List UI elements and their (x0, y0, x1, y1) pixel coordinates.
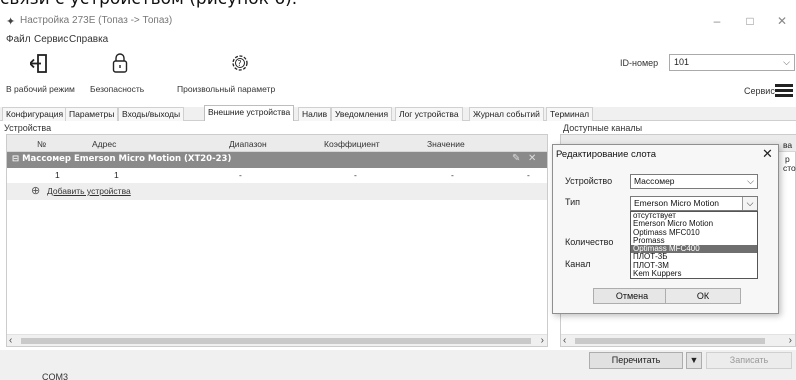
caption-text: связи с устройством (рисунок 6). (0, 0, 297, 9)
app-window: ✦ Настройка 273E (Топаз -> Топаз) – □ ✕ … (0, 10, 796, 380)
channels-header-fragment: ва (783, 140, 793, 150)
maximize-button[interactable]: □ (739, 13, 761, 29)
tab-filling[interactable]: Налив (298, 107, 332, 121)
cell-address: 1 (114, 170, 119, 180)
security-button[interactable]: Безопасность (90, 52, 152, 100)
scroll-right-icon[interactable]: › (541, 335, 544, 346)
tab-parameters[interactable]: Параметры (65, 107, 119, 121)
column-header: Коэффициент (324, 139, 380, 149)
id-label: ID-номер (620, 58, 659, 68)
caption-fragment: связи с устройством (рисунок 6). (0, 0, 796, 10)
menu-bar: Файл Сервис Справка (0, 32, 796, 48)
chevron-down-icon: ⌵ (742, 197, 757, 210)
type-select[interactable]: Emerson Micro Motion ⌵ (630, 196, 758, 211)
port-label: COM3 (42, 372, 69, 380)
title-bar: ✦ Настройка 273E (Топаз -> Топаз) – □ ✕ (0, 10, 796, 32)
count-label: Количество (565, 237, 614, 247)
cell-value: - (451, 170, 454, 180)
menu-file[interactable]: Файл (6, 34, 31, 45)
devices-table: № Адрес Диапазон Коэффициент Значение ⊟ … (6, 134, 548, 347)
service-label: Сервис (744, 86, 775, 96)
tab-bar: Конфигурация Параметры Входы/выходы Внеш… (0, 105, 796, 122)
chevron-down-icon: ⌵ (747, 176, 754, 186)
tab-configuration[interactable]: Конфигурация (2, 107, 68, 121)
id-value: 101 (674, 57, 690, 67)
column-header: Значение (427, 139, 465, 149)
dialog-title: Редактирование слота (556, 149, 657, 160)
minimize-button[interactable]: – (706, 13, 728, 29)
add-device-link[interactable]: Добавить устройства (47, 186, 131, 196)
scroll-thumb[interactable] (21, 338, 531, 344)
tab-event-journal[interactable]: Журнал событий (469, 107, 544, 121)
horizontal-scrollbar[interactable]: ‹ › (561, 334, 795, 346)
tab-terminal[interactable]: Терминал (546, 107, 594, 121)
reread-button[interactable]: Перечитать (589, 352, 683, 369)
tab-io[interactable]: Входы/выходы (118, 107, 185, 121)
plus-icon: ⊕ (31, 185, 41, 197)
ok-button[interactable]: ОК (665, 288, 741, 304)
cancel-button[interactable]: Отмена (593, 288, 671, 304)
hamburger-menu-icon[interactable] (775, 84, 793, 99)
table-header: № Адрес Диапазон Коэффициент Значение (7, 135, 547, 152)
menu-help[interactable]: Справка (69, 34, 108, 45)
toolbar: В рабочий режим Безопасность ? Произволь… (0, 48, 796, 107)
tab-external-devices[interactable]: Внешние устройства (204, 105, 295, 122)
chevron-down-icon: ⌵ (783, 57, 790, 67)
collapse-icon[interactable]: ⊟ (12, 154, 19, 164)
window-title: Настройка 273E (Топаз -> Топаз) (20, 15, 173, 26)
work-mode-button[interactable]: В рабочий режим (6, 52, 75, 100)
channels-label: Доступные каналы (563, 123, 643, 133)
device-label: Устройство (565, 176, 613, 186)
gear-question-icon: ? (232, 55, 248, 71)
cell-range: - (239, 170, 242, 180)
type-label: Тип (565, 197, 581, 207)
custom-param-button[interactable]: ? Произвольный параметр (177, 52, 297, 100)
id-select[interactable]: 101 ⌵ (669, 54, 795, 71)
column-header: Адрес (92, 139, 117, 149)
tab-notifications[interactable]: Уведомления (331, 107, 393, 121)
devices-label: Устройства (4, 123, 52, 133)
cell-coefficient: - (354, 170, 357, 180)
scroll-right-icon[interactable]: › (789, 335, 792, 346)
exit-icon (30, 54, 47, 73)
add-device-row[interactable]: ⊕ Добавить устройства (7, 183, 547, 200)
device-group-row[interactable]: ⊟ Массомер Emerson Micro Motion (XT20-23… (7, 152, 547, 168)
dropdown-option[interactable]: Kem Kuppers (631, 269, 757, 278)
column-header: № (37, 139, 47, 149)
close-button[interactable]: ✕ (771, 13, 793, 29)
tab-device-log[interactable]: Лог устройства (395, 107, 463, 121)
work-mode-label: В рабочий режим (6, 84, 75, 94)
scroll-left-icon[interactable]: ‹ (563, 335, 566, 346)
custom-param-label: Произвольный параметр (177, 84, 276, 94)
edit-slot-dialog: Редактирование слота ✕ Устройство Массом… (552, 144, 779, 314)
caret-down-icon: ▼ (689, 355, 699, 365)
edit-icon[interactable]: ✎ (512, 153, 520, 164)
channels-fragment-b: сто (783, 163, 796, 173)
reread-dropdown-button[interactable]: ▼ (686, 352, 702, 369)
device-group-title: Массомер Emerson Micro Motion (XT20-23) (22, 154, 232, 164)
type-dropdown-list: отсутствует Emerson Micro Motion Optimas… (630, 211, 758, 280)
security-label: Безопасность (90, 84, 145, 94)
cell-extra: - (527, 170, 530, 180)
bottom-bar: Перечитать ▼ Записать (0, 350, 796, 372)
svg-text:?: ? (237, 59, 241, 68)
channel-label: Канал (565, 259, 591, 269)
status-bar: COM3 (0, 372, 796, 380)
horizontal-scrollbar[interactable]: ‹ › (7, 334, 547, 346)
menu-service[interactable]: Сервис (34, 34, 68, 45)
device-select[interactable]: Массомер ⌵ (630, 174, 758, 189)
close-icon[interactable]: ✕ (762, 146, 773, 162)
gear-icon: ✦ (6, 16, 16, 28)
scroll-thumb[interactable] (575, 338, 765, 344)
scroll-left-icon[interactable]: ‹ (9, 335, 12, 346)
device-value: Массомер (634, 176, 675, 186)
table-row[interactable]: 1 1 - - - - (7, 168, 547, 183)
cell-number: 1 (55, 170, 60, 180)
type-value: Emerson Micro Motion (634, 198, 720, 208)
column-header: Диапазон (229, 139, 267, 149)
delete-icon[interactable]: ✕ (528, 153, 536, 164)
write-button[interactable]: Записать (706, 352, 792, 369)
lock-icon (112, 53, 128, 73)
